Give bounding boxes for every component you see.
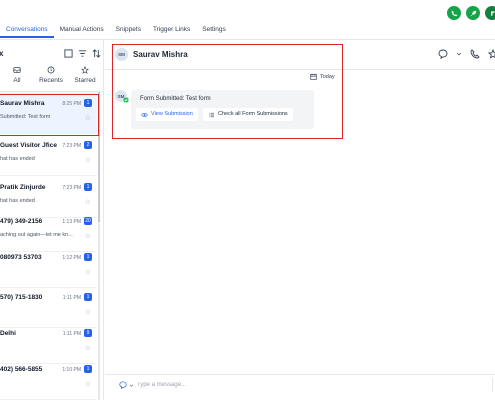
star-icon [81,66,89,74]
tab-snippets[interactable]: Snippets [110,26,147,38]
tab-trigger-links[interactable]: Trigger Links [147,26,196,38]
conversation-name: Guest Visitor Jfice [0,142,57,149]
view-submission-label: View Submission [151,111,193,117]
conversation-preview: hat has ended [0,198,35,204]
check-all-form-submissions-label: Check all Form Submissions [218,111,288,117]
filter-starred-label: Starred [74,77,96,84]
filter-starred[interactable]: Starred [68,66,102,84]
inbox-header: x [0,49,103,61]
conversation-name: Saurav Mishra [0,100,45,107]
message-composer [105,374,495,394]
conversation-time: 1:12 PM [62,255,81,261]
list-icon [209,112,214,117]
unread-badge: 1 [84,253,92,261]
top-bar: Conversations Manual Actions Snippets Tr… [0,0,495,40]
calendar-icon [310,73,317,80]
phone-icon[interactable] [447,6,461,20]
chat-channel-icon [119,381,127,389]
conversation-panel: SM Saurav Mishra Today SM Form Submitted… [105,40,495,400]
conversation-time: 1:13 PM [62,219,81,225]
inbox-header-actions [64,49,101,58]
star-icon[interactable]: ☆ [85,232,91,240]
notification-icon[interactable] [485,6,495,20]
unread-badge: 1 [84,99,92,107]
inbox-title: x [0,49,3,58]
star-icon[interactable]: ☆ [85,344,91,352]
conversation-time: 1:11 PM [62,295,81,301]
conversation-time: 1:11 PM [62,331,81,337]
form-icon [123,97,129,103]
filter-recents[interactable]: Recents [34,66,68,84]
conversation-time: 8:25 PM [62,101,81,107]
filter-icon[interactable] [78,49,87,58]
conversation-header: SM Saurav Mishra [105,40,495,70]
unread-badge: 9 [84,329,92,337]
view-submission-button[interactable]: View Submission [136,108,198,121]
conversation-time: 1:10 PM [62,367,81,373]
conversation-name: 402) 566-5855 [0,366,43,373]
star-icon[interactable]: ☆ [85,308,91,316]
star-icon[interactable]: ☆ [85,114,91,122]
conversation-name: 080973 53703 [0,254,42,261]
chevron-down-icon [129,384,134,387]
conversation-preview: hat has ended [0,156,35,162]
filter-all-label: All [13,77,21,84]
form-submission-message: Form Submitted: Test form View Submissio… [131,90,314,129]
conversation-item[interactable]: 402) 566-5855 1:10 PM 1 ☆ [0,358,97,400]
filter-all[interactable]: All [0,66,34,84]
avatar: SM [115,48,128,61]
conversation-name: Pratik Zinjurde [0,184,46,191]
star-icon[interactable]: ☆ [85,156,91,164]
channel-selector[interactable] [119,381,134,389]
inbox-icon [13,67,21,73]
chevron-down-icon[interactable] [456,51,462,57]
unread-badge: 1 [84,365,92,373]
tab-manual-actions[interactable]: Manual Actions [54,26,110,38]
tab-settings[interactable]: Settings [196,26,232,38]
chat-channel-icon[interactable] [438,49,448,59]
top-tabs: Conversations Manual Actions Snippets Tr… [0,26,232,38]
check-all-form-submissions-button[interactable]: Check all Form Submissions [203,108,293,121]
clock-icon [47,66,55,74]
conversation-list-panel: x All Recents Starred Saurav Mishra 8:25… [0,40,104,400]
date-label: Today [320,73,335,80]
star-icon[interactable]: ☆ [85,380,91,388]
filter-recents-label: Recents [39,77,63,84]
message-input[interactable] [137,379,487,390]
sort-icon[interactable] [92,49,101,58]
unread-badge: 2 [84,141,92,149]
select-checkbox-icon[interactable] [64,49,73,58]
unread-badge: 1 [84,183,92,191]
star-icon[interactable]: ☆ [85,268,91,276]
top-right-actions [447,6,495,20]
star-icon[interactable] [488,49,495,59]
date-separator: Today [310,73,335,80]
conversation-time: 7:23 PM [62,185,81,191]
conversation-time: 7:23 PM [62,143,81,149]
message-text: Form Submitted: Test form [140,96,211,102]
conversation-item[interactable]: Guest Visitor Jfice 7:23 PM 2 hat has en… [0,134,97,176]
conversation-preview: aching out again—let me kn... [0,232,73,238]
unread-badge: 20 [84,217,92,225]
inbox-filters: All Recents Starred [0,66,103,84]
contact-name[interactable]: Saurav Mishra [133,50,188,59]
conversation-preview: Submitted: Test form [0,114,51,120]
conversation-name: 570) 715-1830 [0,294,43,301]
conversation-name: 479) 349-2156 [0,218,43,225]
eye-icon [141,112,148,117]
conversation-name: Delhi [0,330,16,337]
tab-conversations[interactable]: Conversations [0,26,54,38]
conversation-header-actions [438,49,495,59]
conversation-list-scroll-thumb[interactable] [98,92,100,222]
unread-badge: 1 [84,293,92,301]
conversation-item[interactable]: Saurav Mishra 8:25 PM 1 Submitted: Test … [0,92,97,134]
star-icon[interactable]: ☆ [85,198,91,206]
conversation-item[interactable]: 080973 53703 1:12 PM 1 ☆ [0,246,97,288]
rocket-icon[interactable] [466,6,480,20]
phone-call-icon[interactable] [470,49,480,59]
